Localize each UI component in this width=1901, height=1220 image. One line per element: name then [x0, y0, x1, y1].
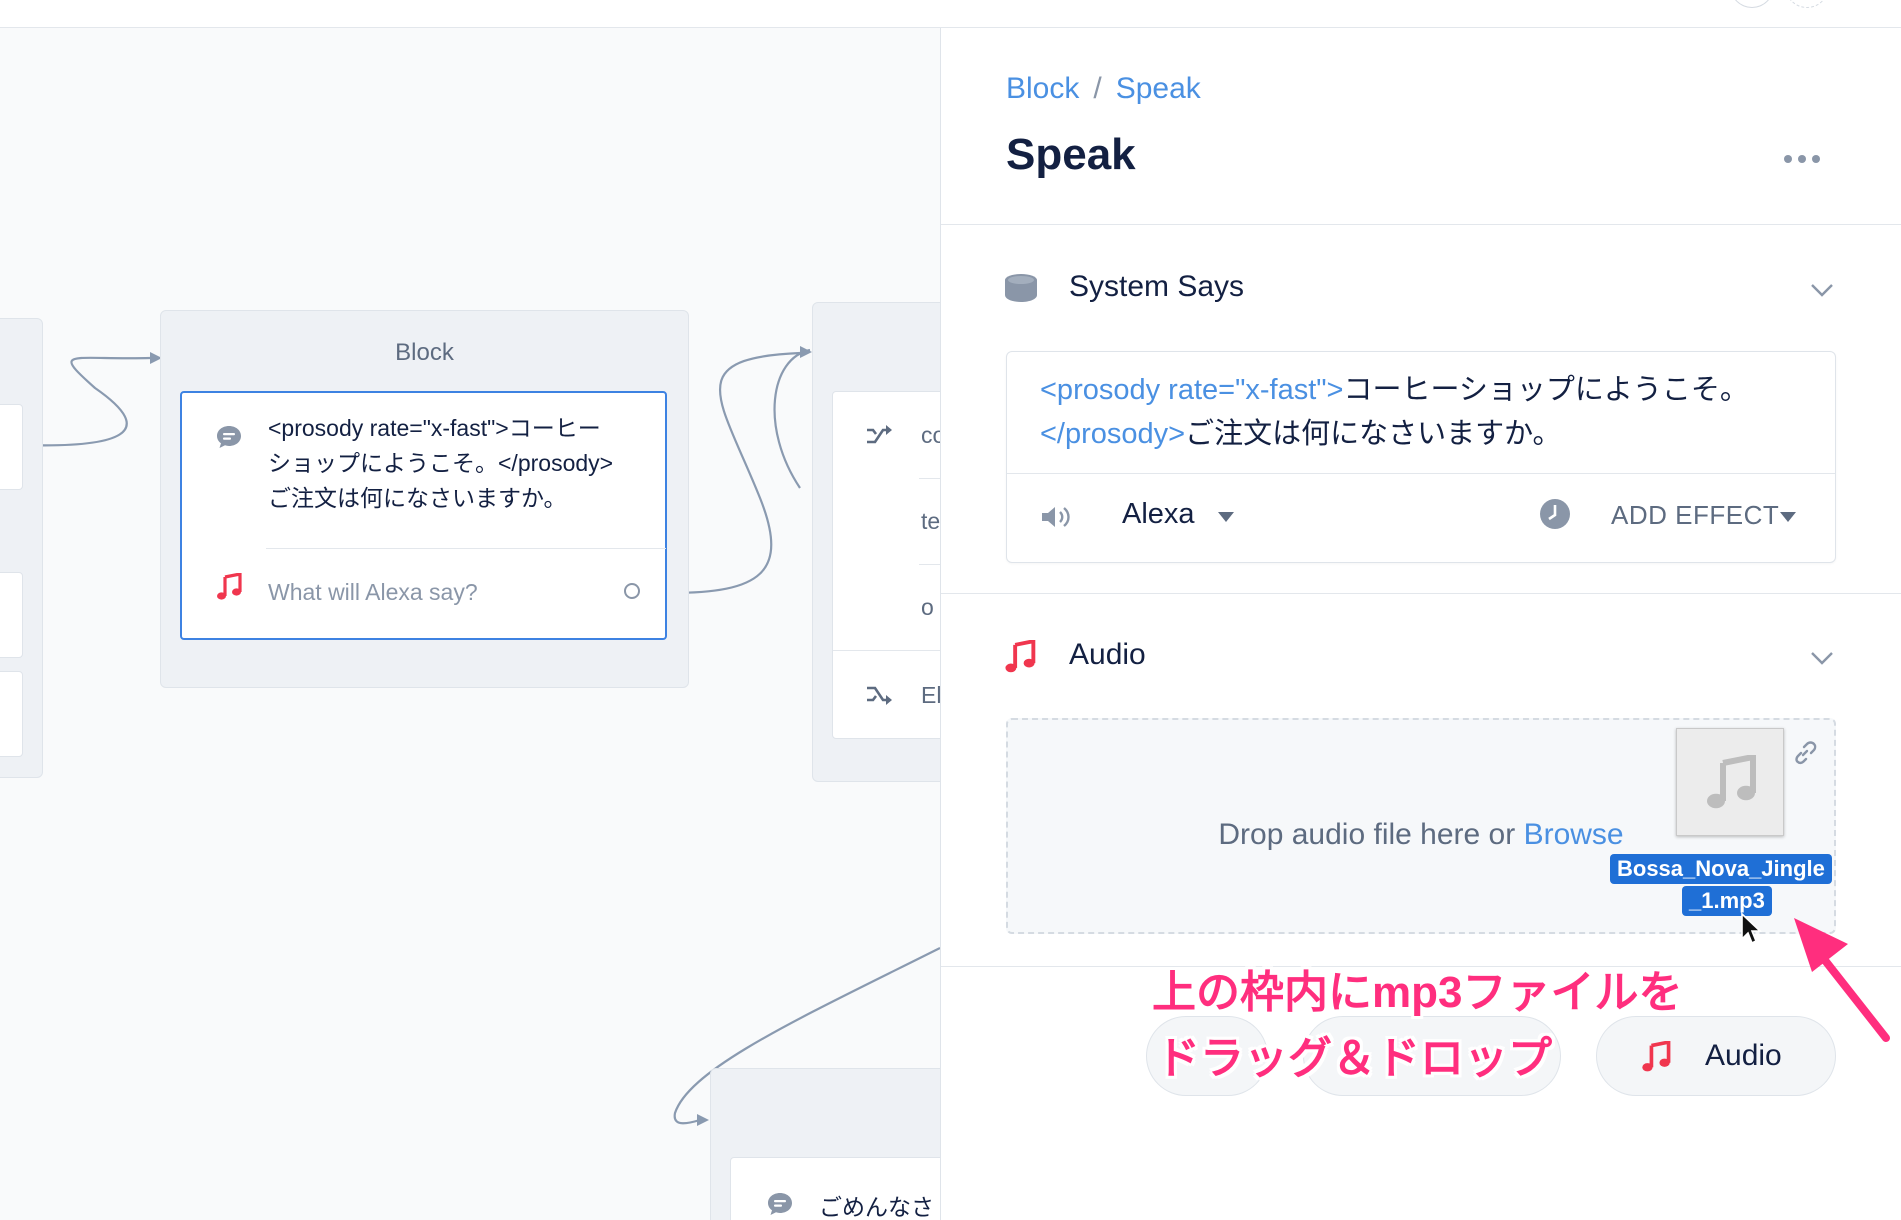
divider — [941, 593, 1901, 594]
divider — [266, 548, 666, 549]
speaker-icon — [1042, 507, 1070, 527]
breadcrumb: Block / Speak — [1006, 72, 1201, 105]
flow-canvas[interactable]: Block <prosody rate="x-fast">コーヒー ショップによ… — [0, 28, 940, 1220]
annotation-text: 上の枠内にmp3ファイルを — [1152, 968, 1683, 1017]
block-node[interactable]: Block <prosody rate="x-fast">コーヒー ショップによ… — [160, 310, 689, 688]
page-title: Speak — [1006, 130, 1136, 179]
speak-step-card[interactable]: <prosody rate="x-fast">コーヒー ショップにようこそ。</… — [180, 391, 667, 640]
speech-text-part: コーヒーショップにようこそ。 — [1343, 374, 1749, 406]
else-label: El — [921, 682, 940, 708]
annotation-arrow-icon — [1794, 918, 1890, 1042]
music-note-icon — [1005, 640, 1036, 673]
choice-item: co — [921, 422, 940, 448]
speak-icon — [768, 1193, 792, 1215]
caret-down-icon[interactable] — [1218, 512, 1234, 522]
speak-icon — [217, 426, 241, 448]
divider — [941, 224, 1901, 225]
audio-step-placeholder[interactable]: What will Alexa say? — [268, 579, 478, 606]
previous-node[interactable] — [0, 318, 43, 778]
voice-select[interactable]: Alexa — [1122, 498, 1195, 531]
drop-text: Drop audio file here or — [1218, 818, 1524, 851]
bottom-node-text: ごめんなさ — [819, 1194, 934, 1220]
link-icon[interactable] — [1792, 740, 1818, 766]
more-options-icon[interactable] — [1783, 154, 1821, 164]
bottom-node[interactable]: ごめんなさ — [710, 1068, 940, 1220]
block-node-title: Block — [395, 339, 454, 366]
divider — [919, 564, 940, 565]
music-note-icon — [1707, 755, 1756, 809]
speak-step-line: ご注文は何になさいますか。 — [268, 485, 567, 511]
choice-card[interactable]: co te o El — [832, 391, 940, 739]
else-icon — [867, 686, 892, 705]
annotation-text: ドラッグ＆ドロップ — [1156, 1034, 1552, 1083]
dragged-file-thumbnail — [1676, 728, 1784, 836]
audio-section-title[interactable]: Audio — [1069, 638, 1146, 672]
clock-icon — [1540, 499, 1570, 529]
speech-text-input[interactable]: <prosody rate="x-fast">コーヒーショップにようこそ。 </… — [1040, 368, 1820, 456]
top-bar — [0, 0, 1901, 28]
add-audio-label: Audio — [1705, 1039, 1782, 1072]
ssml-close-tag: </prosody> — [1040, 418, 1186, 450]
previous-node-step[interactable] — [0, 671, 23, 757]
add-effect-button[interactable]: ADD EFFECT — [1611, 500, 1779, 531]
divider — [833, 650, 940, 651]
speak-step-line: ショップにようこそ。</prosody> — [268, 450, 614, 476]
echo-device-icon — [1005, 274, 1037, 302]
add-collaborator-button[interactable] — [1785, 0, 1829, 8]
breadcrumb-block-link[interactable]: Block — [1006, 72, 1079, 105]
choice-icon — [867, 425, 892, 444]
browse-link[interactable]: Browse — [1524, 818, 1624, 851]
chevron-down-icon[interactable] — [1810, 282, 1834, 298]
divider — [919, 478, 940, 479]
speak-step-line: <prosody rate="x-fast">コーヒー — [268, 415, 601, 441]
previous-node-step[interactable] — [0, 572, 23, 658]
dragged-file-name: Bossa_Nova_Jingle — [1610, 854, 1832, 884]
ssml-open-tag: <prosody rate="x-fast"> — [1040, 374, 1344, 406]
chevron-down-icon[interactable] — [1810, 650, 1834, 666]
system-says-title[interactable]: System Says — [1069, 270, 1244, 304]
user-avatar[interactable] — [1730, 0, 1774, 8]
choice-item: o — [921, 594, 934, 620]
breadcrumb-speak-link[interactable]: Speak — [1116, 72, 1201, 105]
choice-item: te — [921, 508, 940, 534]
music-note-icon — [1642, 1041, 1671, 1072]
output-port[interactable] — [624, 583, 640, 599]
choice-node[interactable]: co te o El — [812, 302, 940, 782]
previous-node-step[interactable] — [0, 404, 23, 490]
mouse-cursor-icon — [1741, 912, 1762, 945]
caret-down-icon[interactable] — [1780, 512, 1796, 522]
speech-editor[interactable]: <prosody rate="x-fast">コーヒーショップにようこそ。 </… — [1006, 351, 1836, 563]
music-note-icon — [217, 573, 242, 600]
speech-text-part: ご注文は何になさいますか。 — [1185, 418, 1562, 450]
divider — [1007, 473, 1835, 474]
bottom-node-card[interactable]: ごめんなさ — [730, 1157, 940, 1220]
